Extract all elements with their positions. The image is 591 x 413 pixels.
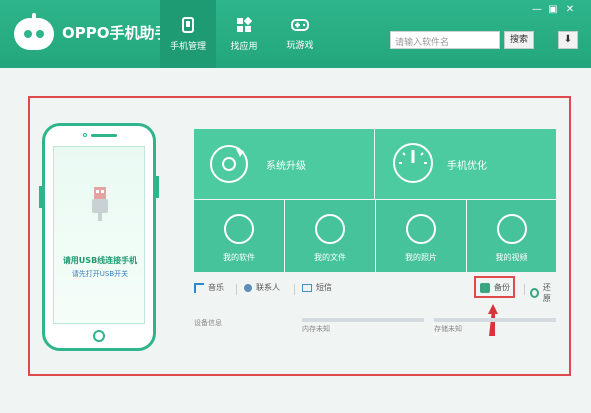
tile-label: 我的软件: [223, 253, 255, 262]
action-label: 联系人: [256, 283, 280, 292]
music-note-icon: [194, 282, 204, 293]
contacts-action[interactable]: 联系人: [244, 282, 280, 293]
search-input[interactable]: 请输入软件名: [390, 31, 500, 49]
upgrade-icon: [210, 145, 248, 183]
music-action[interactable]: 音乐: [194, 282, 224, 293]
apps-grid-icon: [237, 16, 252, 32]
restore-icon: [530, 288, 539, 298]
play-icon: [496, 214, 527, 244]
my-photos-tile[interactable]: 我的照片: [376, 200, 466, 272]
download-icon[interactable]: ⬇: [558, 31, 578, 49]
title-bar: OPPO手机助手 手机管理 找应用 玩游戏 请输入软件名 搜索 ⬇ — ▣ ✕: [0, 0, 591, 68]
search-button[interactable]: 搜索: [504, 31, 534, 49]
my-apps-tile[interactable]: 我的软件: [194, 200, 284, 272]
message-icon: [302, 283, 312, 292]
speedometer-icon: [393, 143, 433, 183]
action-label: 短信: [316, 283, 332, 292]
tab-label: 找应用: [230, 41, 258, 52]
phone-manage-icon: [182, 16, 194, 33]
tab-phone-manage[interactable]: 手机管理: [160, 0, 216, 68]
tile-label: 手机优化: [447, 161, 487, 172]
tab-games[interactable]: 玩游戏: [272, 0, 328, 68]
storage-bar: [434, 318, 556, 322]
connect-instruction: 请用USB线连接手机: [62, 256, 138, 265]
phone-screen: 请用USB线连接手机 请先打开USB开关: [53, 146, 145, 324]
sms-action[interactable]: 短信: [302, 282, 332, 293]
usb-cable-icon: [92, 187, 108, 221]
home-button-icon: [93, 330, 105, 342]
minimize-button[interactable]: —: [530, 4, 544, 15]
usb-switch-hint[interactable]: 请先打开USB开关: [54, 269, 146, 279]
gamepad-icon: [291, 18, 309, 31]
restore-button[interactable]: ▣: [546, 4, 560, 15]
restore-action[interactable]: 还原: [530, 282, 556, 304]
app-title: OPPO手机助手: [62, 24, 170, 42]
device-info-label: 设备信息: [194, 319, 222, 327]
action-label: 音乐: [208, 283, 224, 292]
action-label: 还原: [542, 283, 551, 303]
tile-label: 我的文件: [314, 253, 346, 262]
phone-illustration: 请用USB线连接手机 请先打开USB开关: [39, 123, 159, 351]
main-nav: 手机管理 找应用 玩游戏: [160, 0, 328, 68]
photo-icon: [406, 214, 436, 244]
tile-label: 我的照片: [405, 253, 437, 262]
tile-label: 我的视频: [495, 253, 528, 262]
my-files-tile[interactable]: 我的文件: [285, 200, 375, 272]
storage-label: 存储未知: [434, 325, 462, 333]
tile-label: 系统升级: [266, 161, 306, 172]
phone-optimize-tile[interactable]: 手机优化: [375, 129, 556, 199]
tab-find-apps[interactable]: 找应用: [216, 0, 272, 68]
my-videos-tile[interactable]: 我的视频: [467, 200, 556, 272]
memory-bar: [302, 318, 424, 322]
tab-label: 玩游戏: [286, 40, 314, 51]
backup-highlight-box: [474, 276, 515, 298]
tab-label: 手机管理: [169, 41, 206, 52]
oppo-assistant-logo: [14, 13, 54, 50]
contact-icon: [244, 283, 252, 292]
system-upgrade-tile[interactable]: 系统升级: [194, 129, 374, 199]
apps-icon: [224, 214, 254, 244]
close-button[interactable]: ✕: [563, 4, 577, 15]
feature-tiles: 系统升级 手机优化 我的软件 我的文件 我的照片 我的视频: [194, 129, 556, 272]
file-icon: [315, 214, 345, 244]
memory-label: 内存未知: [302, 325, 330, 333]
